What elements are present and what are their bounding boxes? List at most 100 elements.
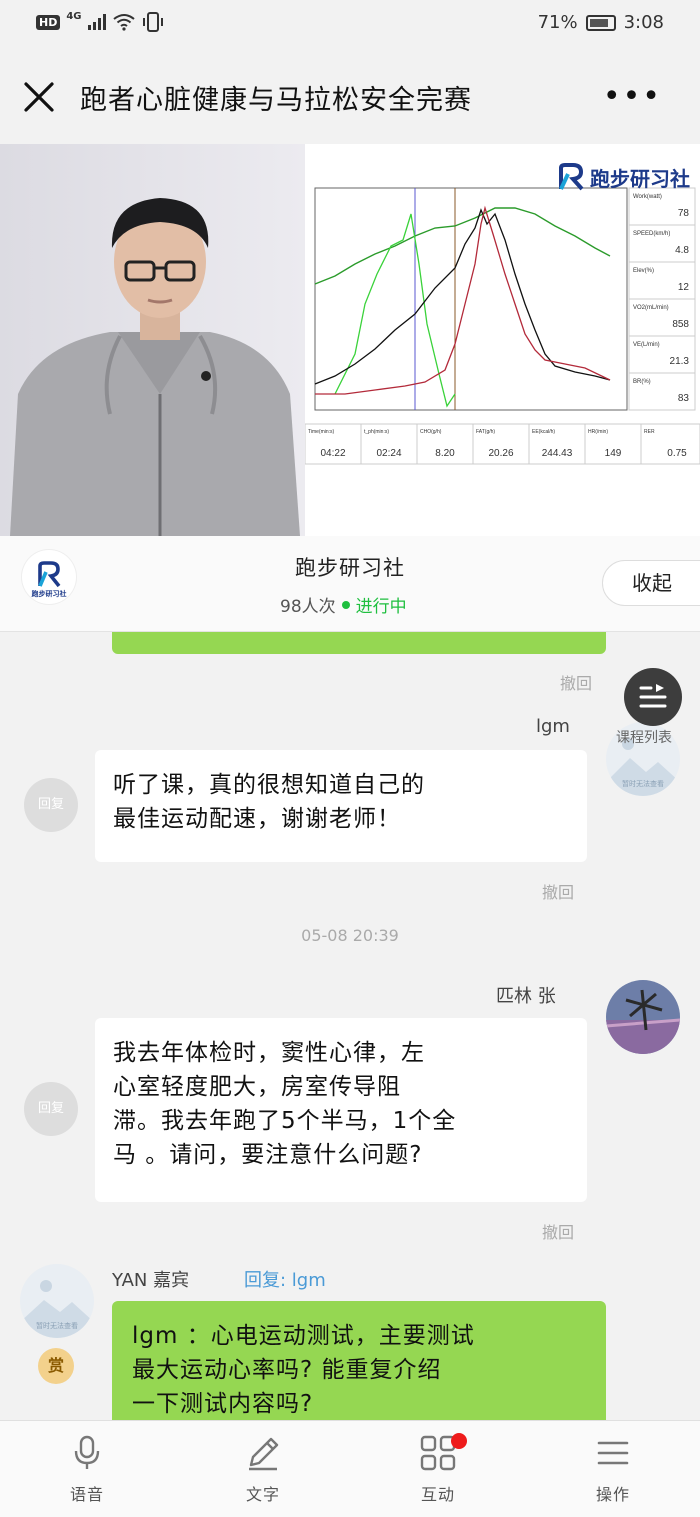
tab-text[interactable]: 文字 [218, 1435, 308, 1505]
chat-bubble: 听了课，真的很想知道自己的 最佳运动配速，谢谢老师！ [95, 750, 587, 862]
chat-timestamp: 05-08 20:39 [301, 926, 399, 945]
channel-meta: 98人次 进行中 [280, 592, 407, 617]
hd-badge: HD [36, 14, 61, 30]
view-count: 98人次 [280, 597, 336, 617]
battery-icon [585, 14, 616, 31]
wifi-icon [112, 14, 135, 31]
notification-dot [451, 1433, 467, 1449]
avatar[interactable]: 暂时无法查看 [20, 1264, 94, 1338]
panel-label-elev: Elev(%) [633, 268, 654, 274]
status-bar: HD 4G 71% 3:08 [0, 0, 700, 48]
bottom-value-rer: 0.75 [667, 448, 687, 459]
tab-voice[interactable]: 语音 [42, 1435, 132, 1505]
reply-button[interactable]: 回复 [24, 1082, 78, 1136]
chat-bubble-previous [112, 632, 606, 654]
tab-action[interactable]: 操作 [568, 1435, 658, 1505]
channel-logo-text: 跑步研习社 [32, 589, 67, 598]
title-bar: 跑者心脏健康与马拉松安全完赛 ••• [0, 48, 700, 144]
list-icon [639, 684, 667, 708]
tab-interact-label: 互动 [420, 1485, 455, 1504]
avatar-caption: 暂时无法查看 [622, 779, 664, 788]
panel-value-elev: 12 [678, 282, 690, 293]
avatar-photo [606, 980, 680, 1054]
chat-text-line: 听了课，真的很想知道自己的 [113, 772, 425, 798]
panel-label-speed: SPEED(km/h) [633, 231, 670, 237]
bottom-label-fat: FAT(g/h) [476, 429, 495, 435]
live-info-bar: 跑步研习社 跑步研习社 98人次 进行中 收起 [0, 536, 700, 632]
network-type: 4G [66, 10, 82, 22]
placeholder-image-icon: 暂时无法查看 [20, 1280, 94, 1338]
more-menu-button[interactable]: ••• [603, 82, 662, 112]
chat-text-line: 最大运动心率吗? 能重复介绍 [132, 1357, 442, 1383]
slide-brand-name: 跑步研习社 [590, 166, 690, 191]
brand-r-icon [559, 163, 584, 191]
menu-icon [597, 1441, 629, 1465]
bottom-label-hr: HR(/min) [588, 429, 608, 435]
bottom-value-time: 04:22 [320, 448, 345, 459]
panel-label-br: BR(%) [633, 379, 651, 385]
chat-bubble: 我去年体检时，窦性心律，左 心室轻度肥大，房室传导阻 滞。我去年跑了5个半马，1… [95, 1018, 587, 1202]
tip-badge[interactable]: 赏 [38, 1348, 74, 1384]
panel-value-br: 83 [678, 393, 690, 404]
bottom-label-time: Time(min:s) [308, 429, 335, 435]
chat-text-line: lgm ：心电运动测试，主要测试 [132, 1323, 475, 1349]
tab-text-label: 文字 [245, 1485, 280, 1504]
bottom-value-hr: 149 [605, 448, 622, 459]
bottom-tab-bar: 语音 文字 互动 操作 [0, 1420, 700, 1517]
bottom-value-fat: 20.26 [488, 448, 513, 459]
chat-text-line: 一下测试内容吗? [132, 1391, 314, 1417]
slide-panel: Work(watt) 78 SPEED(km/h) 4.8 Elev(%) 12… [305, 144, 700, 536]
page-title: 跑者心脏健康与马拉松安全完赛 [80, 85, 472, 116]
cpet-chart: Work(watt) 78 SPEED(km/h) 4.8 Elev(%) 12… [305, 187, 700, 465]
tab-voice-label: 语音 [69, 1485, 104, 1504]
pencil-icon [249, 1437, 279, 1471]
bottom-value-ee: 244.43 [542, 448, 573, 459]
chat-text-line: 心室轻度肥大，房室传导阻 [113, 1074, 401, 1100]
bottom-label-ee: EE(kcal/h) [532, 429, 555, 435]
live-dot-icon [341, 600, 350, 609]
battery-percent: 71% [537, 12, 578, 33]
bottom-label-tph: t_ph(min:s) [364, 429, 389, 435]
recall-button[interactable]: 撤回 [542, 1219, 574, 1243]
tab-interact[interactable]: 互动 [393, 1435, 483, 1505]
live-status: 进行中 [355, 597, 407, 617]
panel-value-ve: 21.3 [670, 356, 690, 367]
tab-action-label: 操作 [595, 1485, 630, 1504]
chat-bubble: lgm ：心电运动测试，主要测试 最大运动心率吗? 能重复介绍 一下测试内容吗? [112, 1301, 606, 1420]
chat-list[interactable]: 撤回 lgm 暂时无法查看 回复 听了课，真的很想知道自己的 最佳运动配速，谢谢… [0, 632, 700, 1420]
recall-button[interactable]: 撤回 [542, 879, 574, 903]
chat-text-line: 滞。我去年跑了5个半马，1个全 [113, 1108, 457, 1134]
signal-icon [87, 14, 106, 30]
panel-value-speed: 4.8 [675, 245, 689, 256]
bottom-label-cho: CHO(g/h) [420, 429, 442, 435]
panel-value-vo2: 858 [672, 319, 689, 330]
panel-label-work: Work(watt) [633, 194, 662, 200]
reply-to-label: 回复: lgm [244, 1270, 326, 1291]
recall-button[interactable]: 撤回 [560, 670, 592, 694]
panel-label-vo2: VO2(mL/min) [633, 305, 669, 311]
chat-text-line: 我去年体检时，窦性心律，左 [113, 1040, 425, 1066]
course-list-label: 课程列表 [616, 730, 672, 746]
course-list-button[interactable] [624, 668, 682, 726]
chat-nickname: lgm [536, 716, 570, 737]
presenter-video [0, 144, 305, 536]
chat-text-line: 最佳运动配速，谢谢老师！ [113, 806, 401, 832]
live-video[interactable]: Work(watt) 78 SPEED(km/h) 4.8 Elev(%) 12… [0, 144, 700, 536]
panel-label-ve: VE(L/min) [633, 342, 660, 348]
bottom-value-cho: 8.20 [435, 448, 455, 459]
close-icon[interactable] [20, 78, 58, 116]
avatar[interactable] [606, 980, 680, 1054]
presenter-figure [0, 144, 305, 536]
reply-button[interactable]: 回复 [24, 778, 78, 832]
avatar-caption: 暂时无法查看 [36, 1321, 78, 1330]
collapse-button[interactable]: 收起 [602, 560, 700, 606]
channel-name: 跑步研习社 [295, 556, 405, 580]
microphone-icon [74, 1435, 100, 1469]
vibrate-icon [142, 12, 163, 32]
bottom-value-tph: 02:24 [376, 448, 401, 459]
slide-brand-logo: 跑步研习社 [556, 162, 690, 192]
chat-text-line: 马 。请问，要注意什么问题? [113, 1142, 423, 1168]
clock: 3:08 [623, 12, 664, 33]
chat-nickname: YAN 嘉宾 [112, 1270, 190, 1291]
chat-nickname: 匹林 张 [496, 986, 556, 1007]
